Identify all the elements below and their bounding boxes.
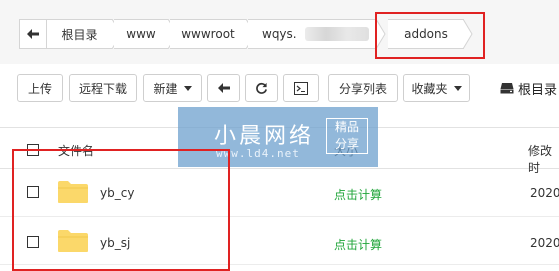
watermark-title: 小晨网络 bbox=[214, 124, 315, 149]
new-label: 新建 bbox=[153, 81, 178, 96]
modified-date-text: 2020 bbox=[530, 236, 559, 250]
favorites-label: 收藏夹 bbox=[411, 81, 448, 96]
favorites-dropdown-button[interactable]: 收藏夹 bbox=[403, 74, 470, 102]
caret-down-icon bbox=[453, 85, 462, 91]
remote-download-label: 远程下载 bbox=[78, 81, 127, 96]
breadcrumb-back-button[interactable] bbox=[19, 19, 47, 49]
left-arrow-icon bbox=[217, 83, 230, 93]
root-dir-label: 根目录 bbox=[518, 82, 558, 98]
caret-down-icon bbox=[183, 85, 192, 91]
back-button[interactable] bbox=[207, 74, 240, 102]
watermark-tag-line: 分享 bbox=[334, 137, 359, 151]
share-list-label: 分享列表 bbox=[338, 81, 387, 96]
hard-drive-icon bbox=[500, 83, 514, 94]
modified-date: 2020 bbox=[530, 186, 559, 200]
watermark-tag: 精品 分享 bbox=[326, 118, 368, 154]
breadcrumb-label: wqys. bbox=[262, 27, 297, 41]
breadcrumb-item-www[interactable]: www bbox=[114, 19, 168, 49]
modified-date: 2020 bbox=[530, 236, 559, 250]
refresh-icon bbox=[256, 82, 267, 94]
watermark-tag-line: 精品 bbox=[334, 120, 359, 134]
breadcrumb-item-wwwroot[interactable]: wwwroot bbox=[170, 19, 246, 49]
new-dropdown-button[interactable]: 新建 bbox=[143, 74, 202, 102]
calculate-size-label: 点击计算 bbox=[334, 188, 383, 202]
breadcrumb-label: 根目录 bbox=[61, 27, 98, 42]
modified-date-text: 2020 bbox=[530, 186, 559, 200]
remote-download-button[interactable]: 远程下载 bbox=[69, 74, 137, 102]
refresh-button[interactable] bbox=[245, 74, 278, 102]
annotation-box-folders bbox=[12, 149, 230, 271]
calculate-size-link[interactable]: 点击计算 bbox=[334, 186, 382, 203]
share-list-button[interactable]: 分享列表 bbox=[328, 74, 398, 102]
calculate-size-link[interactable]: 点击计算 bbox=[334, 236, 382, 253]
terminal-button[interactable] bbox=[283, 74, 319, 102]
breadcrumb-label: www bbox=[126, 27, 156, 41]
calculate-size-label: 点击计算 bbox=[334, 238, 383, 252]
terminal-icon bbox=[294, 81, 308, 95]
upload-label: 上传 bbox=[27, 81, 52, 96]
redacted-text bbox=[305, 27, 369, 41]
left-arrow-icon bbox=[27, 29, 39, 39]
upload-button[interactable]: 上传 bbox=[17, 74, 63, 102]
breadcrumb-label: wwwroot bbox=[181, 27, 235, 41]
root-dir-link[interactable]: 根目录 bbox=[500, 79, 558, 98]
breadcrumb-item-root[interactable]: 根目录 bbox=[46, 19, 112, 49]
annotation-box-addons bbox=[375, 12, 485, 59]
